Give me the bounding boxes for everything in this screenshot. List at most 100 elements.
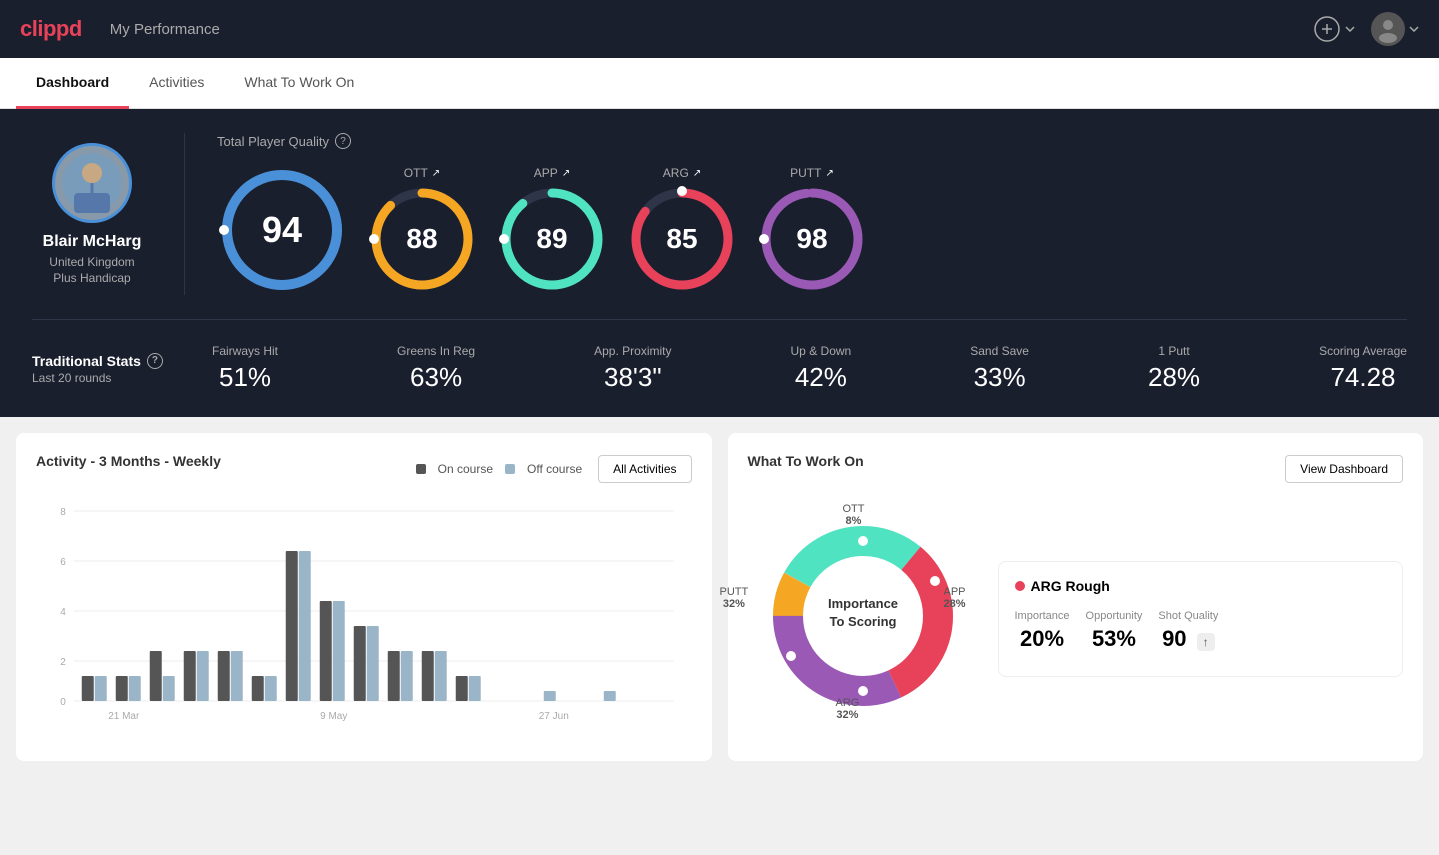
main-quality-circle: 94 [217, 165, 347, 295]
svg-text:9 May: 9 May [320, 711, 347, 721]
add-button[interactable] [1313, 15, 1355, 43]
on-course-legend-dot [416, 464, 426, 474]
arg-value: 85 [666, 223, 697, 255]
tab-what-to-work-on[interactable]: What To Work On [224, 58, 374, 109]
user-icon [1374, 15, 1402, 43]
info-dot [1015, 581, 1025, 591]
stats-subtitle: Last 20 rounds [32, 371, 212, 385]
chart-legend: On course Off course [416, 462, 583, 476]
ott-label: OTT ↗ [404, 166, 440, 180]
info-stats: Importance 20% Opportunity 53% Shot Qual… [1015, 610, 1387, 652]
hero-section: Blair McHarg United Kingdom Plus Handica… [0, 109, 1439, 417]
stat-updown: Up & Down 42% [791, 344, 852, 393]
main-circle-wrap: 94 [217, 165, 347, 295]
stat-proximity-label: App. Proximity [594, 344, 671, 358]
arg-arrow: ↗ [693, 168, 701, 179]
chart-title: Activity - 3 Months - Weekly [36, 453, 221, 469]
quality-stat: Shot Quality 90 ↑ [1158, 610, 1218, 652]
stat-scoring-value: 74.28 [1330, 362, 1395, 393]
stats-label: Traditional Stats ? Last 20 rounds [32, 353, 212, 385]
quality-label: Shot Quality [1158, 610, 1218, 622]
arg-svg-wrap: 85 [627, 184, 737, 294]
putt-circle: PUTT ↗ 98 [757, 166, 867, 294]
svg-text:27 Jun: 27 Jun [539, 711, 569, 721]
view-dashboard-button[interactable]: View Dashboard [1285, 455, 1403, 483]
putt-label: PUTT ↗ [790, 166, 834, 180]
app-value: 89 [536, 223, 567, 255]
svg-text:2: 2 [60, 657, 66, 668]
stat-greens: Greens In Reg 63% [397, 344, 475, 393]
stats-help-icon[interactable]: ? [147, 353, 163, 369]
quality-section: Total Player Quality ? 94 [184, 133, 1407, 295]
tab-bar: Dashboard Activities What To Work On [0, 58, 1439, 109]
stat-sandsave-label: Sand Save [970, 344, 1029, 358]
stats-title: Traditional Stats ? [32, 353, 212, 369]
app-circle: APP ↗ 89 [497, 166, 607, 294]
player-photo [62, 153, 122, 213]
user-menu[interactable] [1371, 12, 1419, 46]
svg-text:4: 4 [60, 607, 66, 618]
opportunity-value: 53% [1086, 626, 1143, 652]
ott-segment-label: OTT 8% [843, 503, 865, 527]
quality-value: 90 ↑ [1158, 626, 1218, 652]
player-handicap: Plus Handicap [53, 271, 130, 285]
ott-circle: OTT ↗ 88 [367, 166, 477, 294]
wtwo-content: Importance To Scoring OTT 8% APP 28% ARG [748, 501, 1404, 736]
ott-value: 88 [406, 223, 437, 255]
stat-fairways: Fairways Hit 51% [212, 344, 278, 393]
stat-updown-value: 42% [795, 362, 847, 393]
stat-proximity: App. Proximity 38'3" [594, 344, 671, 393]
bottom-section: Activity - 3 Months - Weekly On course O… [0, 417, 1439, 777]
app-segment-label: APP 28% [944, 586, 966, 610]
opportunity-stat: Opportunity 53% [1086, 610, 1143, 652]
logo-area: clippd My Performance [20, 16, 220, 42]
stat-sandsave-value: 33% [974, 362, 1026, 393]
putt-segment-label: PUTT 32% [720, 586, 749, 610]
importance-stat: Importance 20% [1015, 610, 1070, 652]
tab-dashboard[interactable]: Dashboard [16, 58, 129, 109]
svg-text:0: 0 [60, 697, 66, 708]
player-name: Blair McHarg [43, 233, 142, 251]
importance-value: 20% [1015, 626, 1070, 652]
stat-greens-label: Greens In Reg [397, 344, 475, 358]
opportunity-label: Opportunity [1086, 610, 1143, 622]
page-title: My Performance [110, 21, 220, 38]
traditional-stats: Traditional Stats ? Last 20 rounds Fairw… [32, 344, 1407, 393]
donut-svg: Importance To Scoring [748, 501, 978, 731]
svg-text:6: 6 [60, 557, 66, 568]
chart-area: 0 2 4 6 8 [36, 501, 692, 741]
putt-value: 98 [796, 223, 827, 255]
bar-chart-svg: 0 2 4 6 8 [36, 501, 692, 721]
player-info: Blair McHarg United Kingdom Plus Handica… [32, 143, 152, 285]
stat-updown-label: Up & Down [791, 344, 852, 358]
quality-badge: ↑ [1197, 633, 1215, 651]
help-icon[interactable]: ? [335, 133, 351, 149]
chevron-down-icon [1409, 26, 1419, 32]
wtwo-header: What To Work On View Dashboard [748, 453, 1404, 485]
add-icon [1313, 15, 1341, 43]
tab-activities[interactable]: Activities [129, 58, 224, 109]
donut-container: Importance To Scoring OTT 8% APP 28% ARG [748, 501, 978, 736]
stat-scoring-label: Scoring Average [1319, 344, 1407, 358]
player-country: United Kingdom [49, 255, 134, 269]
hero-top: Blair McHarg United Kingdom Plus Handica… [32, 133, 1407, 320]
all-activities-button[interactable]: All Activities [598, 455, 691, 483]
stat-scoring: Scoring Average 74.28 [1319, 344, 1407, 393]
chevron-down-icon [1345, 26, 1355, 32]
stat-sandsave: Sand Save 33% [970, 344, 1029, 393]
svg-text:8: 8 [60, 507, 66, 518]
stat-oneputt: 1 Putt 28% [1148, 344, 1200, 393]
main-quality-value: 94 [262, 209, 302, 251]
quality-header: Total Player Quality ? [217, 133, 1407, 149]
stat-oneputt-label: 1 Putt [1158, 344, 1189, 358]
off-course-legend-label: Off course [527, 462, 582, 476]
player-avatar [52, 143, 132, 223]
arg-info-card: ARG Rough Importance 20% Opportunity 53%… [998, 561, 1404, 677]
on-course-legend-label: On course [438, 462, 493, 476]
app-svg-wrap: 89 [497, 184, 607, 294]
stat-oneputt-value: 28% [1148, 362, 1200, 393]
logo: clippd [20, 16, 82, 42]
ott-arrow: ↗ [432, 168, 440, 179]
arg-label: ARG ↗ [663, 166, 701, 180]
app-header: clippd My Performance [0, 0, 1439, 58]
